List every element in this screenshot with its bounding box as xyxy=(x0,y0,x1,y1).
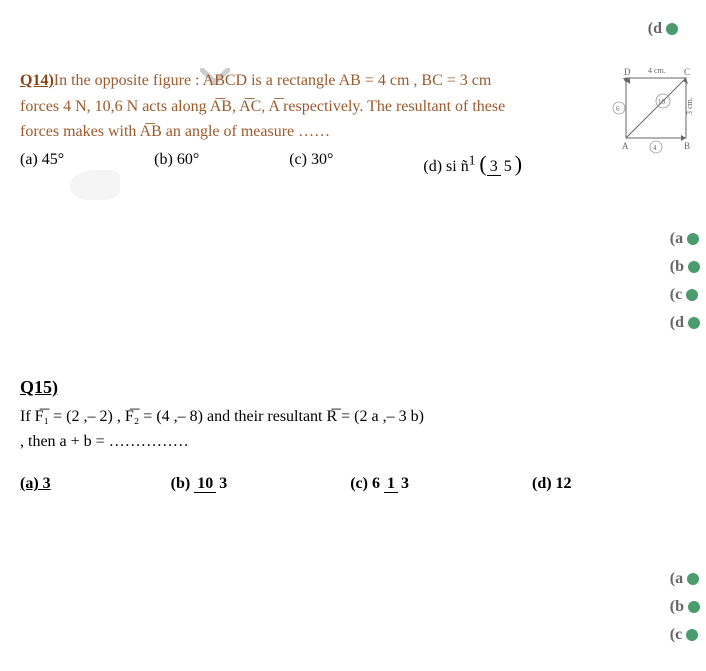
q14-opt-c[interactable]: (c) 30° xyxy=(289,151,333,177)
side-options-q14: (a (b (c (d xyxy=(670,230,700,332)
q15-b-num: 10 xyxy=(194,475,216,493)
q14-d-prefix: (d) si ñ xyxy=(423,158,468,175)
fig-label-D: D xyxy=(624,67,631,77)
q15-body: If F͞₁ = (2 ,– 2) , F͞₂ = (4 ,– 8) and t… xyxy=(20,404,686,455)
q14-opt-a[interactable]: (a) 45° xyxy=(20,151,64,177)
fig-label-A: A xyxy=(622,141,629,151)
q14-body: Q14)In the opposite figure : ABCD is a r… xyxy=(20,68,680,145)
q14-opt-b[interactable]: (b) 60° xyxy=(154,151,199,177)
side-opt-b[interactable]: (b xyxy=(670,258,700,276)
q15-c-num: 1 xyxy=(384,475,398,493)
question-15: Q15) If F͞₁ = (2 ,– 2) , F͞₂ = (4 ,– 8) … xyxy=(20,377,686,493)
q15-line1: If F͞₁ = (2 ,– 2) , F͞₂ = (4 ,– 8) and t… xyxy=(20,408,424,425)
question-14: D C A B 4 cm. 3 cm. 6 10 4 Q14)In the op… xyxy=(20,68,686,177)
radio-icon xyxy=(686,629,698,641)
side-options-q15: (a (b (c xyxy=(670,570,700,644)
q14-opt-d[interactable]: (d) si ñ1 (35) xyxy=(423,151,522,177)
q14-d-num: 3 xyxy=(487,158,501,176)
q15-line2: , then a + b = …………… xyxy=(20,433,189,450)
q14-line1: In the opposite figure : ABCD is a recta… xyxy=(54,72,492,89)
fig-force-6: 6 xyxy=(616,105,620,113)
q15-label: Q15) xyxy=(20,377,686,398)
q15-b-den: 3 xyxy=(216,475,230,492)
radio-icon xyxy=(688,317,700,329)
fig-force-10: 10 xyxy=(658,98,666,106)
radio-icon xyxy=(687,573,699,585)
side-opt-c2[interactable]: (c xyxy=(670,626,700,644)
top-option-d: (d xyxy=(20,20,686,38)
fig-right-label: 3 cm. xyxy=(685,97,694,115)
side-opt-a2[interactable]: (a xyxy=(670,570,700,588)
q14-line3: forces makes with A͞B an angle of measur… xyxy=(20,123,330,140)
rectangle-figure: D C A B 4 cm. 3 cm. 6 10 4 xyxy=(616,63,696,153)
q14-line2: forces 4 N, 10,6 N acts along A͞B, A͞C, … xyxy=(20,98,505,115)
radio-icon xyxy=(688,601,700,613)
q15-opt-d[interactable]: (d) 12 xyxy=(532,475,572,493)
fig-top-label: 4 cm. xyxy=(648,66,666,75)
q15-opt-b[interactable]: (b) 103 xyxy=(171,475,231,493)
shadow-decoration xyxy=(70,170,120,200)
q15-options: (a) 3 (b) 103 (c) 6 13 (d) 12 xyxy=(20,475,686,493)
radio-icon xyxy=(687,233,699,245)
q15-c-den: 3 xyxy=(398,475,412,492)
top-d-label: (d xyxy=(648,20,662,37)
fig-force-4: 4 xyxy=(653,144,657,152)
side-opt-d[interactable]: (d xyxy=(670,314,700,332)
radio-icon xyxy=(688,261,700,273)
radio-icon xyxy=(686,289,698,301)
q14-d-sup: 1 xyxy=(469,152,476,167)
q14-options: (a) 45° (b) 60° (c) 30° (d) si ñ1 (35) xyxy=(20,151,686,177)
q15-opt-a[interactable]: (a) 3 xyxy=(20,475,51,493)
q14-d-den: 5 xyxy=(501,158,515,175)
side-opt-b2[interactable]: (b xyxy=(670,598,700,616)
q14-label: Q14) xyxy=(20,72,54,89)
q15-c-prefix: (c) 6 xyxy=(350,475,384,492)
fig-label-C: C xyxy=(684,67,690,77)
q15-opt-c[interactable]: (c) 6 13 xyxy=(350,475,412,493)
fig-label-B: B xyxy=(684,141,690,151)
side-opt-c[interactable]: (c xyxy=(670,286,700,304)
side-opt-a[interactable]: (a xyxy=(670,230,700,248)
q15-b-prefix: (b) xyxy=(171,475,195,492)
radio-icon[interactable] xyxy=(666,23,678,35)
